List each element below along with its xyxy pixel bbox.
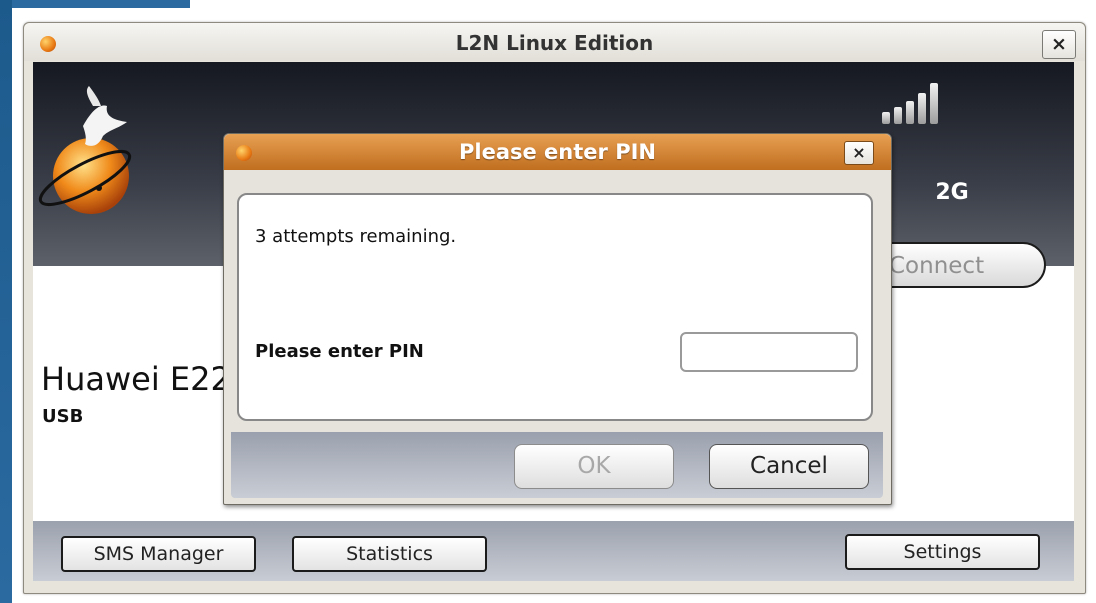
device-connection-type: USB xyxy=(42,406,84,427)
ok-button[interactable]: OK xyxy=(514,444,674,489)
desktop-panel-edge xyxy=(12,0,190,8)
settings-button[interactable]: Settings xyxy=(845,534,1040,570)
main-titlebar[interactable]: L2N Linux Edition × xyxy=(24,23,1085,61)
dialog-close-button[interactable]: × xyxy=(844,141,874,165)
dialog-content-panel: 3 attempts remaining. Please enter PIN xyxy=(237,193,873,421)
pin-dialog: Please enter PIN × 3 attempts remaining.… xyxy=(223,133,892,505)
signal-strength-icon xyxy=(882,82,952,124)
signal-bar xyxy=(894,107,902,124)
pin-field-label: Please enter PIN xyxy=(255,341,424,362)
window-close-button[interactable]: × xyxy=(1042,30,1076,59)
signal-bar xyxy=(918,93,926,124)
attempts-remaining-text: 3 attempts remaining. xyxy=(255,226,457,247)
dialog-button-bar: OK Cancel xyxy=(231,432,883,498)
window-title: L2N Linux Edition xyxy=(455,31,654,55)
statistics-button[interactable]: Statistics xyxy=(292,536,487,572)
signal-bar xyxy=(906,101,914,124)
dialog-title: Please enter PIN xyxy=(459,140,656,164)
device-name: Huawei E22 xyxy=(41,360,231,398)
connect-button[interactable]: Connect xyxy=(881,242,1046,288)
signal-bar xyxy=(882,112,890,124)
desktop-background xyxy=(0,0,12,603)
cancel-button[interactable]: Cancel xyxy=(709,444,869,489)
network-type-label: 2G xyxy=(935,180,969,205)
dove-globe-logo xyxy=(38,86,132,214)
sms-manager-button[interactable]: SMS Manager xyxy=(61,536,256,572)
dialog-titlebar[interactable]: Please enter PIN × xyxy=(224,134,891,170)
signal-bar xyxy=(930,83,938,124)
pin-input[interactable] xyxy=(680,332,858,372)
